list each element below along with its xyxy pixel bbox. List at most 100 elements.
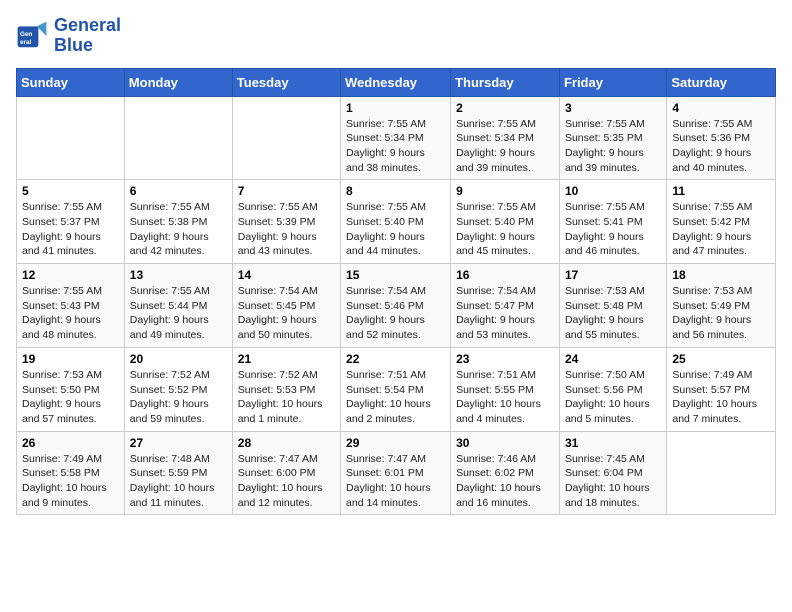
day-number: 10: [565, 184, 661, 198]
calendar-cell: 6Sunrise: 7:55 AMSunset: 5:38 PMDaylight…: [124, 180, 232, 264]
day-info: Sunrise: 7:53 AMSunset: 5:49 PMDaylight:…: [672, 284, 770, 343]
day-info: Sunrise: 7:55 AMSunset: 5:40 PMDaylight:…: [456, 200, 554, 259]
day-info: Sunrise: 7:54 AMSunset: 5:45 PMDaylight:…: [238, 284, 335, 343]
calendar-header-cell: Tuesday: [232, 68, 340, 96]
calendar-body: 1 Sunrise: 7:55 AMSunset: 5:34 PMDaylight…: [17, 96, 776, 515]
calendar-cell: [232, 96, 340, 180]
day-info: Sunrise: 7:53 AMSunset: 5:48 PMDaylight:…: [565, 284, 661, 343]
day-info: Sunrise: 7:55 AMSunset: 5:42 PMDaylight:…: [672, 200, 770, 259]
day-number: 4: [672, 101, 770, 115]
calendar-cell: 4 Sunrise: 7:55 AMSunset: 5:36 PMDaylight…: [667, 96, 776, 180]
calendar-week-row: 5 Sunrise: 7:55 AMSunset: 5:37 PMDaylight…: [17, 180, 776, 264]
day-info: Sunrise: 7:55 AMSunset: 5:34 PMDaylight:…: [456, 117, 554, 176]
calendar-cell: 14 Sunrise: 7:54 AMSunset: 5:45 PMDayligh…: [232, 264, 340, 348]
calendar-cell: 8Sunrise: 7:55 AMSunset: 5:40 PMDaylight…: [341, 180, 451, 264]
day-info: Sunrise: 7:55 AMSunset: 5:39 PMDaylight:…: [238, 200, 335, 259]
day-info: Sunrise: 7:45 AMSunset: 6:04 PMDaylight:…: [565, 452, 661, 511]
day-info: Sunrise: 7:55 AMSunset: 5:37 PMDaylight:…: [22, 200, 119, 259]
calendar-header-cell: Monday: [124, 68, 232, 96]
calendar-header-row: SundayMondayTuesdayWednesdayThursdayFrid…: [17, 68, 776, 96]
calendar-cell: 23 Sunrise: 7:51 AMSunset: 5:55 PMDayligh…: [451, 347, 560, 431]
day-info: Sunrise: 7:54 AMSunset: 5:47 PMDaylight:…: [456, 284, 554, 343]
calendar-header-cell: Wednesday: [341, 68, 451, 96]
calendar-week-row: 19 Sunrise: 7:53 AMSunset: 5:50 PMDayligh…: [17, 347, 776, 431]
day-number: 24: [565, 352, 661, 366]
day-info: Sunrise: 7:55 AMSunset: 5:41 PMDaylight:…: [565, 200, 661, 259]
calendar-week-row: 12 Sunrise: 7:55 AMSunset: 5:43 PMDayligh…: [17, 264, 776, 348]
calendar-cell: 30 Sunrise: 7:46 AMSunset: 6:02 PMDayligh…: [451, 431, 560, 515]
day-info: Sunrise: 7:47 AMSunset: 6:01 PMDaylight:…: [346, 452, 445, 511]
day-number: 18: [672, 268, 770, 282]
day-info: Sunrise: 7:49 AMSunset: 5:57 PMDaylight:…: [672, 368, 770, 427]
day-number: 14: [238, 268, 335, 282]
calendar-table: SundayMondayTuesdayWednesdayThursdayFrid…: [16, 68, 776, 516]
day-info: Sunrise: 7:55 AMSunset: 5:43 PMDaylight:…: [22, 284, 119, 343]
day-number: 31: [565, 436, 661, 450]
day-number: 22: [346, 352, 445, 366]
calendar-cell: [124, 96, 232, 180]
day-number: 1: [346, 101, 445, 115]
day-number: 15: [346, 268, 445, 282]
calendar-cell: 26 Sunrise: 7:49 AMSunset: 5:58 PMDayligh…: [17, 431, 125, 515]
calendar-cell: 31 Sunrise: 7:45 AMSunset: 6:04 PMDayligh…: [559, 431, 666, 515]
calendar-cell: 12 Sunrise: 7:55 AMSunset: 5:43 PMDayligh…: [17, 264, 125, 348]
page-header: Gen eral General Blue: [16, 16, 776, 56]
logo-icon: Gen eral: [16, 20, 48, 52]
logo-text: General Blue: [54, 16, 121, 56]
day-number: 5: [22, 184, 119, 198]
calendar-cell: 11 Sunrise: 7:55 AMSunset: 5:42 PMDayligh…: [667, 180, 776, 264]
calendar-cell: 27Sunrise: 7:48 AMSunset: 5:59 PMDayligh…: [124, 431, 232, 515]
day-number: 28: [238, 436, 335, 450]
day-number: 29: [346, 436, 445, 450]
calendar-cell: 19 Sunrise: 7:53 AMSunset: 5:50 PMDayligh…: [17, 347, 125, 431]
day-number: 25: [672, 352, 770, 366]
calendar-cell: 3Sunrise: 7:55 AMSunset: 5:35 PMDaylight…: [559, 96, 666, 180]
day-number: 21: [238, 352, 335, 366]
calendar-cell: 15Sunrise: 7:54 AMSunset: 5:46 PMDayligh…: [341, 264, 451, 348]
day-info: Sunrise: 7:51 AMSunset: 5:54 PMDaylight:…: [346, 368, 445, 427]
day-number: 11: [672, 184, 770, 198]
day-number: 23: [456, 352, 554, 366]
day-info: Sunrise: 7:49 AMSunset: 5:58 PMDaylight:…: [22, 452, 119, 511]
day-info: Sunrise: 7:53 AMSunset: 5:50 PMDaylight:…: [22, 368, 119, 427]
day-info: Sunrise: 7:51 AMSunset: 5:55 PMDaylight:…: [456, 368, 554, 427]
day-info: Sunrise: 7:55 AMSunset: 5:38 PMDaylight:…: [130, 200, 227, 259]
calendar-cell: 18 Sunrise: 7:53 AMSunset: 5:49 PMDayligh…: [667, 264, 776, 348]
calendar-cell: [667, 431, 776, 515]
day-number: 27: [130, 436, 227, 450]
day-info: Sunrise: 7:55 AMSunset: 5:35 PMDaylight:…: [565, 117, 661, 176]
calendar-cell: 2Sunrise: 7:55 AMSunset: 5:34 PMDaylight…: [451, 96, 560, 180]
calendar-cell: 7Sunrise: 7:55 AMSunset: 5:39 PMDaylight…: [232, 180, 340, 264]
day-info: Sunrise: 7:55 AMSunset: 5:34 PMDaylight:…: [346, 117, 445, 176]
calendar-cell: 1 Sunrise: 7:55 AMSunset: 5:34 PMDaylight…: [341, 96, 451, 180]
day-number: 20: [130, 352, 227, 366]
calendar-cell: 21Sunrise: 7:52 AMSunset: 5:53 PMDayligh…: [232, 347, 340, 431]
day-number: 30: [456, 436, 554, 450]
day-number: 17: [565, 268, 661, 282]
day-number: 12: [22, 268, 119, 282]
calendar-cell: 28 Sunrise: 7:47 AMSunset: 6:00 PMDayligh…: [232, 431, 340, 515]
calendar-header-cell: Sunday: [17, 68, 125, 96]
day-info: Sunrise: 7:55 AMSunset: 5:36 PMDaylight:…: [672, 117, 770, 176]
day-number: 26: [22, 436, 119, 450]
calendar-cell: 9 Sunrise: 7:55 AMSunset: 5:40 PMDaylight…: [451, 180, 560, 264]
calendar-cell: 24 Sunrise: 7:50 AMSunset: 5:56 PMDayligh…: [559, 347, 666, 431]
calendar-cell: 13Sunrise: 7:55 AMSunset: 5:44 PMDayligh…: [124, 264, 232, 348]
day-number: 16: [456, 268, 554, 282]
day-info: Sunrise: 7:52 AMSunset: 5:52 PMDaylight:…: [130, 368, 227, 427]
day-info: Sunrise: 7:50 AMSunset: 5:56 PMDaylight:…: [565, 368, 661, 427]
calendar-header-cell: Saturday: [667, 68, 776, 96]
day-info: Sunrise: 7:47 AMSunset: 6:00 PMDaylight:…: [238, 452, 335, 511]
day-number: 19: [22, 352, 119, 366]
calendar-cell: 25 Sunrise: 7:49 AMSunset: 5:57 PMDayligh…: [667, 347, 776, 431]
svg-text:eral: eral: [20, 39, 32, 46]
calendar-cell: 20 Sunrise: 7:52 AMSunset: 5:52 PMDayligh…: [124, 347, 232, 431]
calendar-cell: 16 Sunrise: 7:54 AMSunset: 5:47 PMDayligh…: [451, 264, 560, 348]
calendar-header-cell: Thursday: [451, 68, 560, 96]
day-info: Sunrise: 7:55 AMSunset: 5:44 PMDaylight:…: [130, 284, 227, 343]
day-info: Sunrise: 7:46 AMSunset: 6:02 PMDaylight:…: [456, 452, 554, 511]
day-number: 9: [456, 184, 554, 198]
calendar-week-row: 26 Sunrise: 7:49 AMSunset: 5:58 PMDayligh…: [17, 431, 776, 515]
calendar-week-row: 1 Sunrise: 7:55 AMSunset: 5:34 PMDaylight…: [17, 96, 776, 180]
calendar-header-cell: Friday: [559, 68, 666, 96]
